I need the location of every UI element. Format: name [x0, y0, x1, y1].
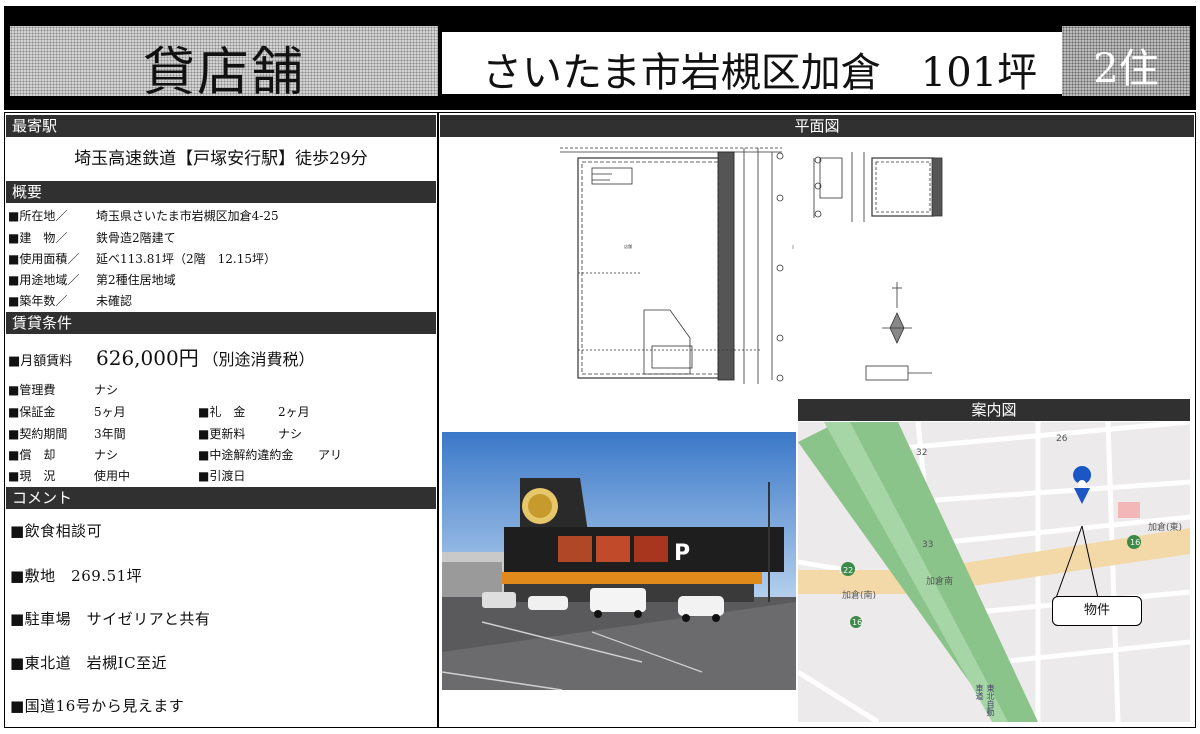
comment-line: ■駐車場 サイゼリアと共有 — [10, 610, 211, 628]
floor-plan-drawing: 店舗 ▯ — [560, 147, 943, 384]
page-title: 貸店舗 — [142, 43, 305, 103]
station-text: 埼玉高速鉄道【戸塚安行駅】徒歩29分 — [74, 149, 368, 169]
overview-row: ■建 物／ 鉄骨造2階建て — [8, 231, 176, 245]
property-marker-callout: 物件 — [1052, 596, 1142, 626]
rent-note: （別途消費税） — [202, 350, 315, 369]
terms-row: ■管理費 ナシ — [8, 383, 119, 397]
map-label: 26 — [1056, 434, 1068, 444]
section-overview: 概要 — [6, 181, 436, 203]
comment-line: ■飲食相談可 — [10, 522, 103, 540]
map-label: 加倉(東) — [1148, 523, 1183, 533]
map-label: 122 — [838, 566, 854, 575]
header-band: 貸店舗 さいたま市岩槻区加倉 101坪 2住 — [4, 6, 1196, 110]
overview-row: ■使用面積／ 延べ113.81坪（2階 12.15坪） — [8, 252, 276, 266]
map-label: 16 — [1130, 538, 1141, 547]
section-floor-plan: 平面図 — [440, 115, 1194, 137]
property-sheet: 貸店舗 さいたま市岩槻区加倉 101坪 2住 最寄駅 埼玉高速鉄道【戸塚安行駅】… — [0, 0, 1200, 734]
section-comment: コメント — [6, 487, 436, 509]
overview-row: ■用途地域／ 第2種住居地域 — [8, 273, 176, 287]
zone-badge: 2住 — [1093, 46, 1159, 92]
storefront-photo: P — [442, 432, 796, 690]
comment-line: ■国道16号から見えます — [10, 697, 185, 715]
section-nearest-station: 最寄駅 — [6, 115, 436, 137]
terms-row: ■現 況使用中 ■引渡日 — [8, 469, 246, 483]
map-label: 東北自動車道 — [975, 684, 995, 716]
terms-row: ■償 却ナシ ■中途解約違約金 アリ — [8, 448, 343, 462]
map-label: 32 — [916, 448, 928, 458]
terms-row: ■保証金 5ヶ月 ■礼 金 2ヶ月 — [8, 405, 310, 419]
map-graphic — [798, 422, 1190, 722]
left-panel — [4, 112, 438, 728]
location-box: さいたま市岩槻区加倉 101坪 — [442, 32, 1062, 96]
svg-text:▯: ▯ — [792, 244, 794, 249]
section-lease-terms: 賃貸条件 — [6, 312, 436, 334]
svg-text:P: P — [674, 541, 690, 566]
comment-line: ■東北道 岩槻IC至近 — [10, 654, 168, 672]
overview-row: ■所在地／ 埼玉県さいたま市岩槻区加倉4-25 — [8, 209, 279, 223]
rent-row: ■月額賃料 626,000円 （別途消費税） — [8, 346, 315, 370]
guide-map: 26 32 33 加倉(東) 加倉南 加倉(南) 122 16 16 東北自動車… — [798, 422, 1190, 722]
rent-value: 626,000円 — [96, 346, 199, 370]
title-box: 貸店舗 — [10, 26, 438, 103]
map-label: 16 — [852, 618, 863, 627]
terms-row: ■契約期間 3年間 ■更新料 ナシ — [8, 427, 303, 441]
comment-line: ■敷地 269.51坪 — [10, 567, 143, 585]
svg-text:店舗: 店舗 — [624, 243, 632, 249]
section-guide-map: 案内図 — [798, 399, 1190, 421]
overview-row: ■築年数／ 未確認 — [8, 294, 133, 308]
zone-badge-box: 2住 — [1062, 26, 1190, 96]
location-size: さいたま市岩槻区加倉 101坪 — [482, 50, 1038, 96]
map-label: 加倉南 — [926, 577, 954, 587]
map-label: 33 — [922, 540, 934, 550]
map-label: 加倉(南) — [842, 591, 877, 601]
